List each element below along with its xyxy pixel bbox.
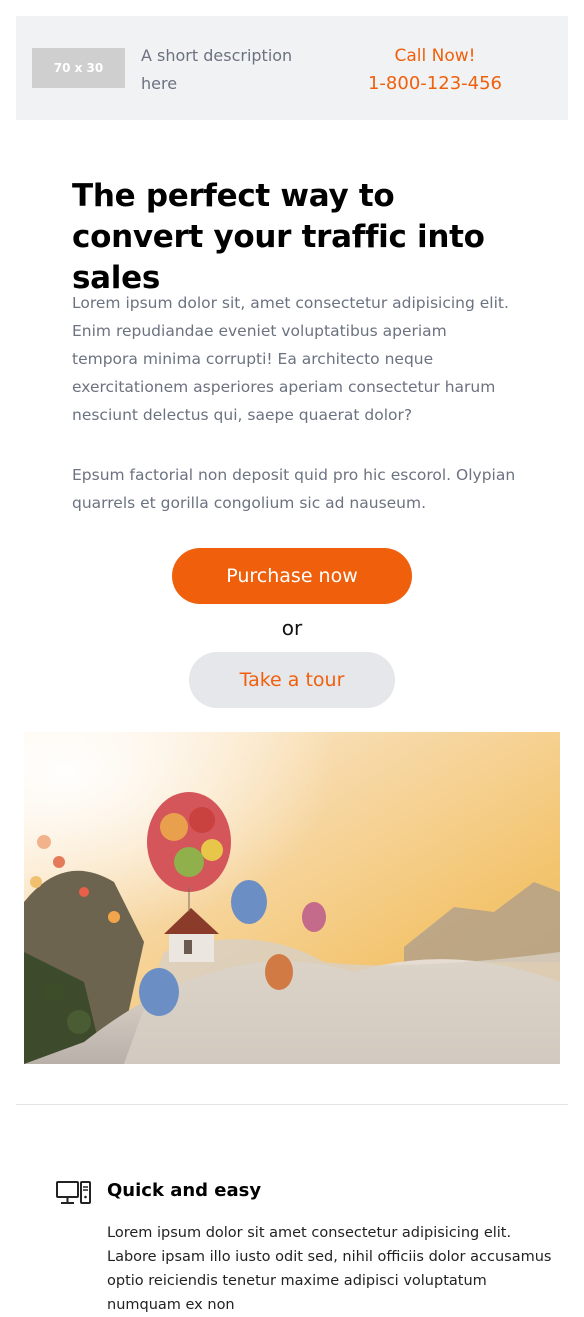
feature-description: Lorem ipsum dolor sit amet consectetur a… — [107, 1225, 552, 1313]
take-a-tour-button[interactable]: Take a tour — [189, 652, 395, 708]
call-now-block: Call Now! 1-800-123-456 — [336, 42, 534, 98]
hero-image — [24, 732, 560, 1064]
hero-paragraph-2: Epsum factorial non deposit quid pro hic… — [72, 466, 516, 512]
feature-title: Quick and easy — [107, 1180, 262, 1201]
purchase-now-button[interactable]: Purchase now — [172, 548, 412, 604]
logo-placeholder[interactable]: 70 x 30 — [32, 48, 125, 88]
hero-title: The perfect way to convert your traffic … — [72, 178, 485, 296]
hero-paragraph-1: Lorem ipsum dolor sit, amet consectetur … — [72, 294, 509, 424]
desktop-computer-icon — [56, 1180, 92, 1208]
top-bar: 70 x 30 A short description here Call No… — [16, 16, 568, 120]
section-divider — [16, 1104, 568, 1105]
call-now-label: Call Now! — [394, 46, 476, 66]
header-description: A short description here — [141, 46, 293, 93]
or-separator: or — [281, 616, 303, 640]
phone-number-link[interactable]: 1-800-123-456 — [336, 70, 534, 98]
